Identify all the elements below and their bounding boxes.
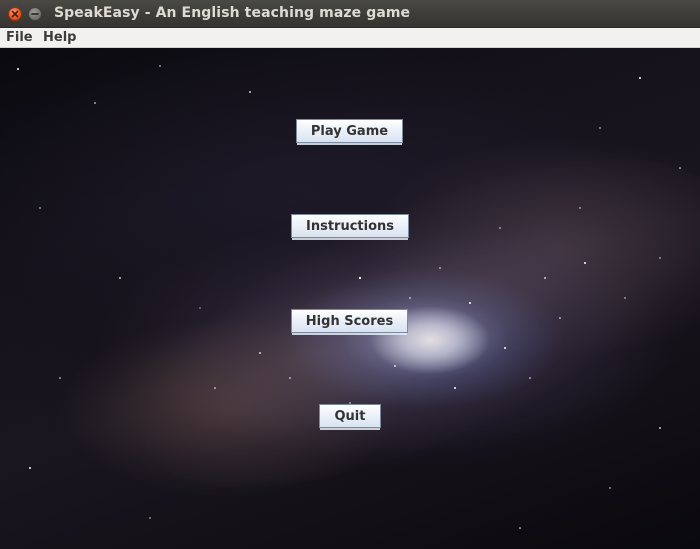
- quit-button[interactable]: Quit: [319, 404, 381, 428]
- menu-file[interactable]: File: [6, 30, 33, 45]
- minimize-icon[interactable]: [28, 7, 42, 21]
- title-bar[interactable]: SpeakEasy - An English teaching maze gam…: [0, 0, 700, 28]
- high-scores-button[interactable]: High Scores: [291, 309, 408, 333]
- close-icon[interactable]: [8, 7, 22, 21]
- menu-bar: File Help: [0, 28, 700, 48]
- app-window: SpeakEasy - An English teaching maze gam…: [0, 0, 700, 549]
- galaxy-background: Play Game Instructions High Scores Quit: [0, 48, 700, 549]
- instructions-button[interactable]: Instructions: [291, 214, 409, 238]
- window-title: SpeakEasy - An English teaching maze gam…: [54, 5, 411, 21]
- play-game-button[interactable]: Play Game: [296, 119, 403, 143]
- menu-help[interactable]: Help: [43, 30, 76, 45]
